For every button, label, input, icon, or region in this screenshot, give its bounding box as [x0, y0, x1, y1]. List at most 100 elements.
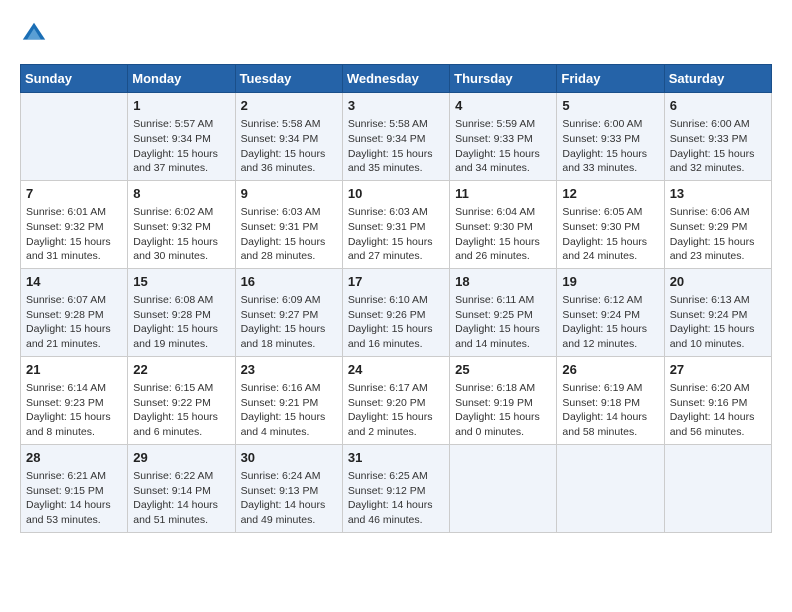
day-number: 22 — [133, 361, 229, 379]
day-of-week-header: Wednesday — [342, 65, 449, 93]
calendar-cell — [557, 444, 664, 532]
day-info: Sunrise: 6:03 AMSunset: 9:31 PMDaylight:… — [348, 205, 444, 264]
calendar-cell: 3Sunrise: 5:58 AMSunset: 9:34 PMDaylight… — [342, 93, 449, 181]
day-info: Sunrise: 6:15 AMSunset: 9:22 PMDaylight:… — [133, 381, 229, 440]
day-number: 31 — [348, 449, 444, 467]
day-number: 25 — [455, 361, 551, 379]
calendar-cell: 22 Sunrise: 6:15 AMSunset: 9:22 PMDayligh… — [128, 356, 235, 444]
day-number: 14 — [26, 273, 122, 291]
calendar-cell: 10 Sunrise: 6:03 AMSunset: 9:31 PMDayligh… — [342, 180, 449, 268]
day-number: 8 — [133, 185, 229, 203]
day-info: Sunrise: 6:13 AMSunset: 9:24 PMDaylight:… — [670, 293, 766, 352]
day-number: 23 — [241, 361, 337, 379]
day-info: Sunrise: 6:04 AMSunset: 9:30 PMDaylight:… — [455, 205, 551, 264]
day-info: Sunrise: 6:01 AMSunset: 9:32 PMDaylight:… — [26, 205, 122, 264]
calendar-cell: 11 Sunrise: 6:04 AMSunset: 9:30 PMDayligh… — [450, 180, 557, 268]
calendar-cell: 5 Sunrise: 6:00 AMSunset: 9:33 PMDaylight… — [557, 93, 664, 181]
calendar-cell: 30 Sunrise: 6:24 AMSunset: 9:13 PMDayligh… — [235, 444, 342, 532]
day-number: 7 — [26, 185, 122, 203]
calendar-week-row: 28 Sunrise: 6:21 AMSunset: 9:15 PMDayligh… — [21, 444, 772, 532]
calendar-cell: 17 Sunrise: 6:10 AMSunset: 9:26 PMDayligh… — [342, 268, 449, 356]
calendar-cell: 16 Sunrise: 6:09 AMSunset: 9:27 PMDayligh… — [235, 268, 342, 356]
day-info: Sunrise: 5:59 AMSunset: 9:33 PMDaylight:… — [455, 117, 551, 176]
day-info: Sunrise: 6:21 AMSunset: 9:15 PMDaylight:… — [26, 469, 122, 528]
calendar-week-row: 14 Sunrise: 6:07 AMSunset: 9:28 PMDayligh… — [21, 268, 772, 356]
calendar-header: SundayMondayTuesdayWednesdayThursdayFrid… — [21, 65, 772, 93]
calendar-cell: 18 Sunrise: 6:11 AMSunset: 9:25 PMDayligh… — [450, 268, 557, 356]
calendar-cell: 1Sunrise: 5:57 AMSunset: 9:34 PMDaylight… — [128, 93, 235, 181]
calendar-cell — [450, 444, 557, 532]
day-number: 9 — [241, 185, 337, 203]
day-number: 11 — [455, 185, 551, 203]
day-number: 24 — [348, 361, 444, 379]
calendar-table: SundayMondayTuesdayWednesdayThursdayFrid… — [20, 64, 772, 533]
day-number: 15 — [133, 273, 229, 291]
day-info: Sunrise: 6:24 AMSunset: 9:13 PMDaylight:… — [241, 469, 337, 528]
calendar-cell: 23 Sunrise: 6:16 AMSunset: 9:21 PMDayligh… — [235, 356, 342, 444]
day-number: 5 — [562, 97, 658, 115]
calendar-cell: 2 Sunrise: 5:58 AMSunset: 9:34 PMDaylight… — [235, 93, 342, 181]
day-number: 6 — [670, 97, 766, 115]
day-info: Sunrise: 6:08 AMSunset: 9:28 PMDaylight:… — [133, 293, 229, 352]
day-info: Sunrise: 5:57 AMSunset: 9:34 PMDaylight:… — [133, 117, 229, 176]
day-info: Sunrise: 6:11 AMSunset: 9:25 PMDaylight:… — [455, 293, 551, 352]
calendar-body: 1Sunrise: 5:57 AMSunset: 9:34 PMDaylight… — [21, 93, 772, 533]
day-number: 17 — [348, 273, 444, 291]
day-number: 10 — [348, 185, 444, 203]
day-info: Sunrise: 5:58 AMSunset: 9:34 PMDaylight:… — [348, 117, 444, 176]
day-number: 16 — [241, 273, 337, 291]
day-of-week-header: Saturday — [664, 65, 771, 93]
calendar-cell: 6 Sunrise: 6:00 AMSunset: 9:33 PMDaylight… — [664, 93, 771, 181]
calendar-cell: 25 Sunrise: 6:18 AMSunset: 9:19 PMDayligh… — [450, 356, 557, 444]
day-info: Sunrise: 6:10 AMSunset: 9:26 PMDaylight:… — [348, 293, 444, 352]
calendar-cell: 13Sunrise: 6:06 AMSunset: 9:29 PMDayligh… — [664, 180, 771, 268]
day-number: 30 — [241, 449, 337, 467]
day-info: Sunrise: 6:00 AMSunset: 9:33 PMDaylight:… — [562, 117, 658, 176]
calendar-header-row: SundayMondayTuesdayWednesdayThursdayFrid… — [21, 65, 772, 93]
day-info: Sunrise: 6:20 AMSunset: 9:16 PMDaylight:… — [670, 381, 766, 440]
day-info: Sunrise: 6:05 AMSunset: 9:30 PMDaylight:… — [562, 205, 658, 264]
calendar-cell: 19 Sunrise: 6:12 AMSunset: 9:24 PMDayligh… — [557, 268, 664, 356]
day-info: Sunrise: 6:17 AMSunset: 9:20 PMDaylight:… — [348, 381, 444, 440]
day-number: 19 — [562, 273, 658, 291]
day-number: 2 — [241, 97, 337, 115]
calendar-week-row: 21Sunrise: 6:14 AMSunset: 9:23 PMDayligh… — [21, 356, 772, 444]
calendar-cell: 12 Sunrise: 6:05 AMSunset: 9:30 PMDayligh… — [557, 180, 664, 268]
day-info: Sunrise: 6:09 AMSunset: 9:27 PMDaylight:… — [241, 293, 337, 352]
day-number: 28 — [26, 449, 122, 467]
page-header — [20, 20, 772, 48]
calendar-cell: 24 Sunrise: 6:17 AMSunset: 9:20 PMDayligh… — [342, 356, 449, 444]
day-of-week-header: Friday — [557, 65, 664, 93]
day-info: Sunrise: 6:25 AMSunset: 9:12 PMDaylight:… — [348, 469, 444, 528]
calendar-cell — [664, 444, 771, 532]
calendar-week-row: 1Sunrise: 5:57 AMSunset: 9:34 PMDaylight… — [21, 93, 772, 181]
calendar-cell: 15 Sunrise: 6:08 AMSunset: 9:28 PMDayligh… — [128, 268, 235, 356]
day-of-week-header: Thursday — [450, 65, 557, 93]
day-info: Sunrise: 6:14 AMSunset: 9:23 PMDaylight:… — [26, 381, 122, 440]
day-number: 29 — [133, 449, 229, 467]
day-info: Sunrise: 5:58 AMSunset: 9:34 PMDaylight:… — [241, 117, 337, 176]
day-info: Sunrise: 6:12 AMSunset: 9:24 PMDaylight:… — [562, 293, 658, 352]
calendar-cell: 21Sunrise: 6:14 AMSunset: 9:23 PMDayligh… — [21, 356, 128, 444]
day-number: 18 — [455, 273, 551, 291]
day-info: Sunrise: 6:16 AMSunset: 9:21 PMDaylight:… — [241, 381, 337, 440]
calendar-cell: 9Sunrise: 6:03 AMSunset: 9:31 PMDaylight… — [235, 180, 342, 268]
calendar-cell: 8 Sunrise: 6:02 AMSunset: 9:32 PMDaylight… — [128, 180, 235, 268]
day-number: 4 — [455, 97, 551, 115]
calendar-cell: 27Sunrise: 6:20 AMSunset: 9:16 PMDayligh… — [664, 356, 771, 444]
calendar-week-row: 7 Sunrise: 6:01 AMSunset: 9:32 PMDaylight… — [21, 180, 772, 268]
calendar-cell: 4 Sunrise: 5:59 AMSunset: 9:33 PMDaylight… — [450, 93, 557, 181]
day-info: Sunrise: 6:02 AMSunset: 9:32 PMDaylight:… — [133, 205, 229, 264]
calendar-cell: 28 Sunrise: 6:21 AMSunset: 9:15 PMDayligh… — [21, 444, 128, 532]
calendar-cell: 31 Sunrise: 6:25 AMSunset: 9:12 PMDayligh… — [342, 444, 449, 532]
day-info: Sunrise: 6:19 AMSunset: 9:18 PMDaylight:… — [562, 381, 658, 440]
day-info: Sunrise: 6:07 AMSunset: 9:28 PMDaylight:… — [26, 293, 122, 352]
day-of-week-header: Monday — [128, 65, 235, 93]
calendar-cell: 20Sunrise: 6:13 AMSunset: 9:24 PMDayligh… — [664, 268, 771, 356]
day-info: Sunrise: 6:06 AMSunset: 9:29 PMDaylight:… — [670, 205, 766, 264]
day-info: Sunrise: 6:00 AMSunset: 9:33 PMDaylight:… — [670, 117, 766, 176]
day-number: 12 — [562, 185, 658, 203]
day-info: Sunrise: 6:18 AMSunset: 9:19 PMDaylight:… — [455, 381, 551, 440]
day-of-week-header: Tuesday — [235, 65, 342, 93]
calendar-cell: 7 Sunrise: 6:01 AMSunset: 9:32 PMDaylight… — [21, 180, 128, 268]
